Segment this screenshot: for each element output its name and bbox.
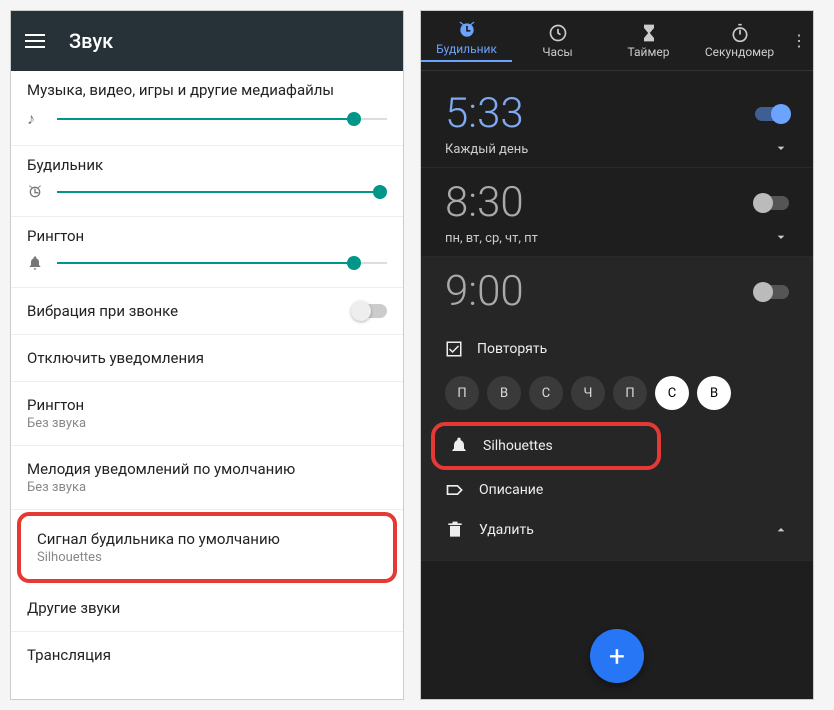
add-alarm-fab[interactable]: + [590, 629, 644, 683]
tab-clock-label: Часы [542, 45, 572, 59]
alarm-icon [27, 184, 45, 200]
bell-icon [27, 255, 45, 271]
cast-row[interactable]: Трансляция [11, 632, 403, 678]
highlight-alarm-ringtone: Silhouettes [431, 422, 661, 470]
alarm-item-expanded[interactable]: 9:00 Повторять П В С Ч П С В [421, 257, 813, 561]
music-note-icon: ♪ [27, 109, 45, 129]
other-sounds-row[interactable]: Другие звуки [11, 585, 403, 632]
alarm-item[interactable]: 8:30 пн, вт, ср, чт, пт [421, 168, 813, 257]
settings-content: Музыка, видео, игры и другие медиафайлы … [11, 71, 403, 699]
hourglass-icon [639, 23, 659, 43]
alarm-volume-label: Будильник [27, 156, 387, 174]
day-pill[interactable]: П [613, 376, 647, 410]
alarm-time[interactable]: 9:00 [445, 267, 524, 316]
notification-sound-sub: Без звука [27, 480, 86, 495]
day-pill[interactable]: С [655, 376, 689, 410]
alarm-item[interactable]: 5:33 Каждый день [421, 79, 813, 168]
clock-icon [548, 23, 568, 43]
clock-screen: Будильник Часы Таймер Секундомер ⋮ 5:33 [420, 10, 814, 700]
alarm-toggle[interactable] [755, 196, 789, 210]
tab-timer-label: Таймер [628, 45, 670, 59]
day-pills: П В С Ч П С В [445, 368, 789, 422]
default-alarm-sound-label: Сигнал будильника по умолчанию [37, 530, 280, 548]
phone-ringtone-label: Рингтон [27, 396, 84, 414]
page-title: Звук [69, 29, 113, 53]
day-pill[interactable]: В [487, 376, 521, 410]
default-alarm-sound-sub: Silhouettes [37, 550, 102, 565]
repeat-row[interactable]: Повторять [445, 330, 789, 368]
notification-sound-row[interactable]: Мелодия уведомлений по умолчанию Без зву… [11, 446, 403, 510]
vibrate-switch[interactable] [353, 304, 387, 318]
vibrate-on-call-row[interactable]: Вибрация при звонке [11, 288, 403, 335]
alarm-icon [457, 20, 477, 40]
ringtone-volume-row[interactable]: Рингтон [11, 217, 403, 288]
ringtone-volume-slider[interactable] [57, 262, 387, 264]
media-volume-slider[interactable] [57, 118, 387, 120]
alarm-volume-row[interactable]: Будильник [11, 146, 403, 217]
chevron-up-icon[interactable] [773, 522, 789, 538]
other-sounds-label: Другие звуки [27, 599, 120, 617]
settings-screen: Звук Музыка, видео, игры и другие медиаф… [10, 10, 404, 700]
checkbox-checked-icon [445, 340, 463, 358]
disable-notifications-row[interactable]: Отключить уведомления [11, 335, 403, 382]
alarm-delete-row[interactable]: Удалить [445, 510, 789, 550]
trash-icon [445, 520, 465, 540]
highlight-default-alarm: Сигнал будильника по умолчанию Silhouett… [17, 512, 397, 583]
notification-sound-label: Мелодия уведомлений по умолчанию [27, 460, 295, 478]
alarm-time[interactable]: 8:30 [445, 178, 524, 227]
media-volume-row[interactable]: Музыка, видео, игры и другие медиафайлы … [11, 71, 403, 146]
vibrate-label: Вибрация при звонке [27, 302, 178, 320]
ringtone-volume-label: Рингтон [27, 227, 387, 245]
day-pill[interactable]: П [445, 376, 479, 410]
alarm-description-label: Описание [479, 482, 543, 498]
alarm-list: 5:33 Каждый день 8:30 пн, вт, ср, чт, пт [421, 71, 813, 699]
alarm-toggle[interactable] [755, 285, 789, 299]
disable-notifications-label: Отключить уведомления [27, 349, 204, 367]
alarm-description-row[interactable]: Описание [445, 470, 789, 510]
alarm-days: пн, вт, ср, чт, пт [445, 231, 538, 246]
alarm-days: Каждый день [445, 142, 528, 157]
day-pill[interactable]: Ч [571, 376, 605, 410]
alarm-ringtone-label: Silhouettes [483, 438, 553, 454]
tab-clock[interactable]: Часы [512, 23, 603, 59]
tab-alarm-label: Будильник [436, 42, 497, 56]
default-alarm-sound-row[interactable]: Сигнал будильника по умолчанию Silhouett… [21, 516, 393, 579]
day-pill[interactable]: В [697, 376, 731, 410]
overflow-menu-icon[interactable]: ⋮ [785, 31, 813, 50]
phone-ringtone-sub: Без звука [27, 416, 86, 431]
alarm-ringtone-row[interactable]: Silhouettes [449, 432, 643, 460]
tab-timer[interactable]: Таймер [603, 23, 694, 59]
alarm-volume-slider[interactable] [57, 191, 387, 193]
repeat-label: Повторять [477, 341, 547, 357]
cast-label: Трансляция [27, 646, 111, 664]
chevron-down-icon[interactable] [773, 229, 789, 245]
media-volume-label: Музыка, видео, игры и другие медиафайлы [27, 81, 387, 99]
chevron-down-icon[interactable] [773, 140, 789, 156]
tab-stopwatch-label: Секундомер [705, 45, 774, 59]
alarm-time[interactable]: 5:33 [445, 89, 524, 138]
alarm-delete-label: Удалить [479, 522, 534, 538]
tab-stopwatch[interactable]: Секундомер [694, 23, 785, 59]
alarm-toggle[interactable] [755, 107, 789, 121]
tab-alarm[interactable]: Будильник [421, 20, 512, 62]
hamburger-icon[interactable] [25, 34, 45, 48]
settings-topbar: Звук [11, 11, 403, 71]
clock-tabs: Будильник Часы Таймер Секундомер ⋮ [421, 11, 813, 71]
stopwatch-icon [730, 23, 750, 43]
ringtone-icon [449, 436, 469, 456]
day-pill[interactable]: С [529, 376, 563, 410]
label-icon [445, 480, 465, 500]
phone-ringtone-row[interactable]: Рингтон Без звука [11, 382, 403, 446]
